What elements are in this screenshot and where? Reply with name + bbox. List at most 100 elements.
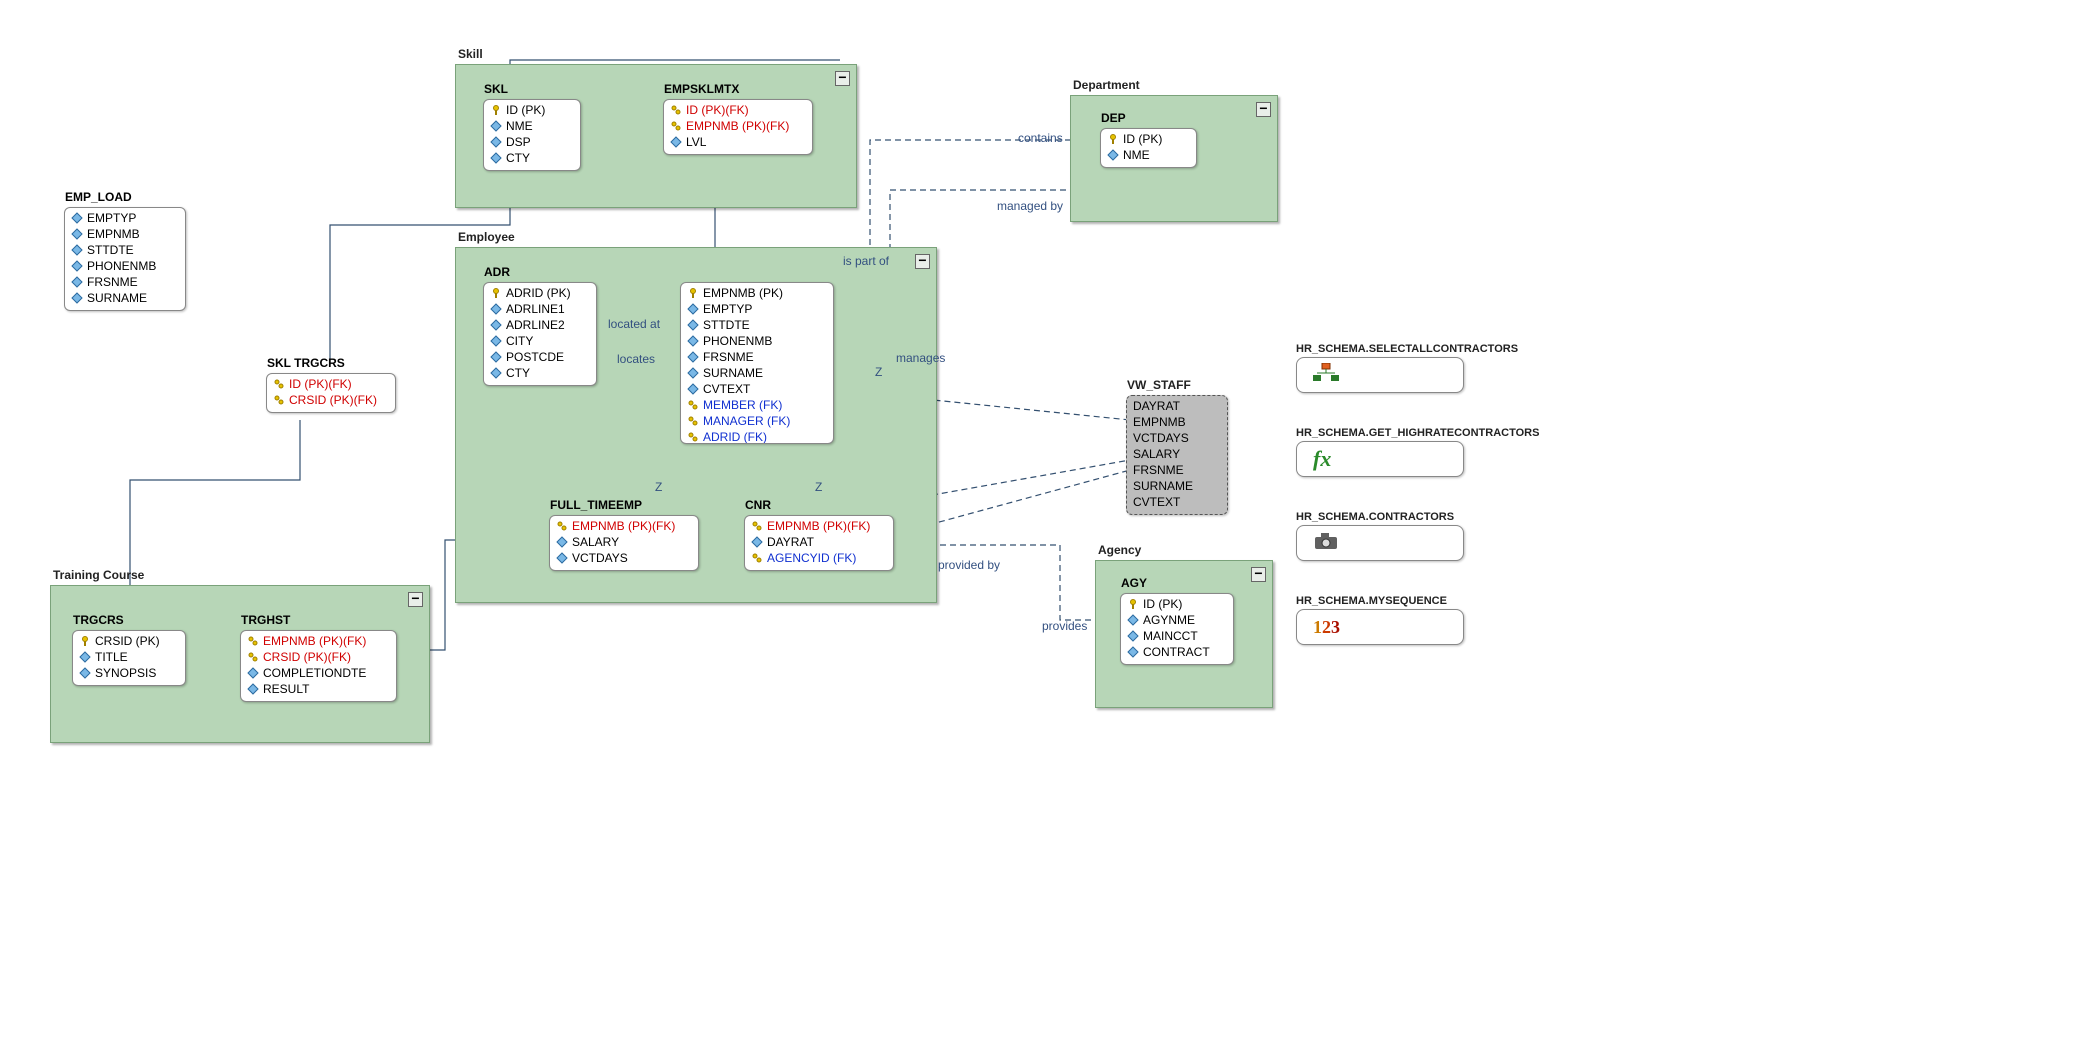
- column: CTY: [490, 365, 590, 381]
- column: EMPNMB (PK): [687, 285, 827, 301]
- column: EMPNMB (PK)(FK): [556, 518, 692, 534]
- column: COMPLETIONDTE: [247, 665, 390, 681]
- column: PHONENMB: [71, 258, 179, 274]
- column: CVTEXT: [687, 381, 827, 397]
- column: CONTRACT: [1127, 644, 1227, 660]
- column-icon: [687, 335, 699, 347]
- entity-columns: ID (PK)NME: [1101, 129, 1196, 167]
- schema-object-title: HR_SCHEMA.CONTRACTORS: [1296, 511, 1464, 523]
- column-icon: [490, 319, 502, 331]
- schema-object-box: [1296, 525, 1464, 561]
- entity-skl[interactable]: SKL ID (PK)NMEDSPCTY: [483, 99, 581, 171]
- collapse-icon[interactable]: −: [915, 254, 930, 269]
- entity-columns: CRSID (PK)TITLESYNOPSIS: [73, 631, 185, 685]
- entity-title: SKL: [484, 82, 508, 96]
- column-icon: [687, 383, 699, 395]
- entity-vw-staff[interactable]: VW_STAFF DAYRATEMPNMBVCTDAYSSALARYFRSNME…: [1126, 395, 1228, 515]
- column-icon: [71, 244, 83, 256]
- column: FRSNME: [687, 349, 827, 365]
- collapse-icon[interactable]: −: [1256, 102, 1271, 117]
- column-icon: [490, 120, 502, 132]
- rel-z1: Z: [875, 365, 882, 379]
- fk-icon: [247, 651, 259, 663]
- column-label: EMPNMB: [87, 227, 140, 241]
- column-label: ADRID (FK): [703, 430, 767, 444]
- entity-columns: EMPNMB (PK)(FK)DAYRATAGENCYID (FK): [745, 516, 893, 570]
- column-label: CRSID (PK)(FK): [263, 650, 351, 664]
- camera-icon: [1313, 531, 1341, 555]
- column: ID (PK)(FK): [273, 376, 389, 392]
- column-icon: [670, 136, 682, 148]
- entity-trgcrs[interactable]: TRGCRS CRSID (PK)TITLESYNOPSIS: [72, 630, 186, 686]
- column: CTY: [490, 150, 574, 166]
- column-icon: [556, 536, 568, 548]
- column: EMPNMB: [1133, 414, 1221, 430]
- rel-label-located-at: located at: [608, 317, 660, 331]
- subject-title: Training Course: [53, 568, 144, 582]
- erd-canvas[interactable]: EMP_LOAD EMPTYPEMPNMBSTTDTEPHONENMBFRSNM…: [0, 0, 1540, 780]
- entity-emp[interactable]: EMP EMPNMB (PK)EMPTYPSTTDTEPHONENMBFRSNM…: [680, 282, 834, 444]
- pk-icon: [490, 287, 502, 299]
- entity-skl-trgcrs[interactable]: SKL TRGCRS ID (PK)(FK)CRSID (PK)(FK): [266, 373, 396, 413]
- schema-object-procedure[interactable]: HR_SCHEMA.SELECTALLCONTRACTORS: [1296, 343, 1518, 393]
- pk-icon: [1107, 133, 1119, 145]
- column-label: MEMBER (FK): [703, 398, 782, 412]
- column-icon: [1107, 149, 1119, 161]
- entity-title: EMPSKLMTX: [664, 82, 739, 96]
- entity-title: AGY: [1121, 576, 1147, 590]
- entity-columns: ID (PK)NMEDSPCTY: [484, 100, 580, 170]
- entity-title: DEP: [1101, 111, 1126, 125]
- column-icon: [71, 292, 83, 304]
- column: AGYNME: [1127, 612, 1227, 628]
- rel-z3: Z: [815, 480, 822, 494]
- schema-object-box: fx: [1296, 441, 1464, 477]
- entity-empsklmtx[interactable]: EMPSKLMTX ID (PK)(FK)EMPNMB (PK)(FK)LVL: [663, 99, 813, 155]
- column-label: TITLE: [95, 650, 128, 664]
- column: VCTDAYS: [1133, 430, 1221, 446]
- fk-icon: [670, 120, 682, 132]
- entity-emp-load[interactable]: EMP_LOAD EMPTYPEMPNMBSTTDTEPHONENMBFRSNM…: [64, 207, 186, 311]
- column-label: SURNAME: [703, 366, 763, 380]
- entity-dep[interactable]: DEP ID (PK)NME: [1100, 128, 1197, 168]
- entity-agy[interactable]: AGY ID (PK)AGYNMEMAINCCTCONTRACT: [1120, 593, 1234, 665]
- column: STTDTE: [687, 317, 827, 333]
- fk-icon: [751, 520, 763, 532]
- column-icon: [71, 228, 83, 240]
- column-icon: [490, 335, 502, 347]
- entity-trghst[interactable]: TRGHST EMPNMB (PK)(FK)CRSID (PK)(FK)COMP…: [240, 630, 397, 702]
- rel-label-provides: provides: [1042, 619, 1087, 633]
- entity-cnr[interactable]: CNR EMPNMB (PK)(FK)DAYRATAGENCYID (FK): [744, 515, 894, 571]
- column-icon: [687, 303, 699, 315]
- collapse-icon[interactable]: −: [835, 71, 850, 86]
- column-label: VCTDAYS: [572, 551, 628, 565]
- column-label: CTY: [506, 366, 530, 380]
- column: ID (PK): [1127, 596, 1227, 612]
- entity-columns: EMPNMB (PK)(FK)SALARYVCTDAYS: [550, 516, 698, 570]
- entity-title: CNR: [745, 498, 771, 512]
- column-label: STTDTE: [703, 318, 750, 332]
- entity-columns: ADRID (PK)ADRLINE1ADRLINE2CITYPOSTCDECTY: [484, 283, 596, 385]
- column-icon: [490, 351, 502, 363]
- entity-adr[interactable]: ADR ADRID (PK)ADRLINE1ADRLINE2CITYPOSTCD…: [483, 282, 597, 386]
- column-label: SURNAME: [87, 291, 147, 305]
- column-icon: [79, 667, 91, 679]
- column: VCTDAYS: [556, 550, 692, 566]
- column-label: PHONENMB: [703, 334, 772, 348]
- schema-object-view[interactable]: HR_SCHEMA.CONTRACTORS: [1296, 511, 1464, 561]
- schema-object-sequence[interactable]: HR_SCHEMA.MYSEQUENCE 123: [1296, 595, 1464, 645]
- column: SURNAME: [71, 290, 179, 306]
- entity-title: ADR: [484, 265, 510, 279]
- schema-object-function[interactable]: HR_SCHEMA.GET_HIGHRATECONTRACTORS fx: [1296, 427, 1539, 477]
- column: PHONENMB: [687, 333, 827, 349]
- column-icon: [1127, 646, 1139, 658]
- subject-title: Employee: [458, 230, 515, 244]
- column-label: MANAGER (FK): [703, 414, 790, 428]
- collapse-icon[interactable]: −: [1251, 567, 1266, 582]
- entity-full-timeemp[interactable]: FULL_TIMEEMP EMPNMB (PK)(FK)SALARYVCTDAY…: [549, 515, 699, 571]
- column-label: EMPNMB (PK)(FK): [767, 519, 870, 533]
- column-label: CVTEXT: [1133, 495, 1180, 509]
- fk-icon: [273, 394, 285, 406]
- column: SURNAME: [1133, 478, 1221, 494]
- fk-icon: [247, 635, 259, 647]
- collapse-icon[interactable]: −: [408, 592, 423, 607]
